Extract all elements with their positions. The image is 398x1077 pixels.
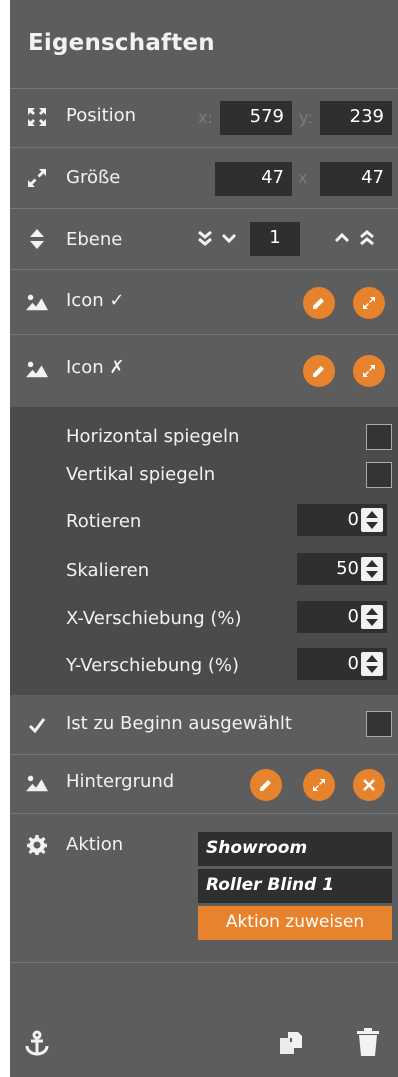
flip-horizontal-checkbox[interactable] <box>366 424 392 450</box>
remove-background-button[interactable] <box>353 769 385 801</box>
position-x-input[interactable]: 579 <box>220 101 292 135</box>
offset-y-value: 0 <box>347 653 359 674</box>
position-y-label: y: <box>299 108 313 127</box>
layer-up-icon[interactable] <box>333 229 351 251</box>
offset-x-label: X-Verschiebung (%) <box>66 608 242 629</box>
properties-panel: Eigenschaften Position x: 579 y: 239 Grö… <box>10 0 398 1077</box>
icon-off-label: Icon ✗ <box>66 357 125 378</box>
scale-spinner[interactable]: 50 <box>297 553 387 585</box>
resize-icon <box>26 167 48 189</box>
position-y-input[interactable]: 239 <box>320 101 392 135</box>
action-device-field[interactable]: Roller Blind 1 <box>198 869 392 903</box>
rotate-spinner[interactable]: 0 <box>297 504 387 536</box>
sort-icon <box>26 228 48 250</box>
icon-transform-panel: Horizontal spiegeln Vertikal spiegeln Ro… <box>10 407 398 695</box>
anchor-icon[interactable] <box>24 1030 50 1060</box>
checkmark-icon <box>26 714 48 736</box>
size-label: Größe <box>66 167 121 188</box>
scale-value: 50 <box>336 558 359 579</box>
offset-y-spinner[interactable]: 0 <box>297 648 387 680</box>
icon-off-row: Icon ✗ <box>10 334 398 407</box>
edit-background-button[interactable] <box>250 769 282 801</box>
layer-down-icon[interactable] <box>220 229 238 251</box>
scale-label: Skalieren <box>66 560 150 581</box>
flip-vertical-label: Vertikal spiegeln <box>66 464 216 485</box>
layer-to-bottom-icon[interactable] <box>196 229 214 251</box>
rotate-value: 0 <box>347 509 359 530</box>
image-icon <box>26 291 48 313</box>
expand-background-button[interactable] <box>303 769 335 801</box>
expand-icon-off-button[interactable] <box>353 355 385 387</box>
panel-title: Eigenschaften <box>28 30 215 56</box>
image-icon <box>26 772 48 794</box>
gear-icon <box>26 834 48 856</box>
size-row: Größe 47 x 47 <box>10 147 398 208</box>
position-icon <box>26 106 48 128</box>
footer-divider <box>10 962 398 963</box>
position-x-label: x: <box>198 108 213 127</box>
edit-icon-on-button[interactable] <box>303 287 335 319</box>
offset-x-value: 0 <box>347 606 359 627</box>
spinner-arrows-icon[interactable] <box>361 652 383 676</box>
spinner-arrows-icon[interactable] <box>361 605 383 629</box>
layer-row: Ebene 1 <box>10 208 398 269</box>
panel-header: Eigenschaften <box>10 0 398 88</box>
position-label: Position <box>66 105 137 126</box>
initially-selected-label: Ist zu Beginn ausgewählt <box>66 713 292 734</box>
background-row: Hintergrund <box>10 754 398 813</box>
spinner-arrows-icon[interactable] <box>361 508 383 532</box>
icon-on-row: Icon ✓ <box>10 269 398 334</box>
layer-input[interactable]: 1 <box>250 222 300 256</box>
layer-to-top-icon[interactable] <box>358 229 376 251</box>
offset-y-label: Y-Verschiebung (%) <box>66 655 239 676</box>
trash-icon[interactable] <box>356 1028 380 1060</box>
edit-icon-off-button[interactable] <box>303 355 335 387</box>
action-row: Aktion Showroom Roller Blind 1 Aktion zu… <box>10 813 398 962</box>
rotate-label: Rotieren <box>66 511 142 532</box>
height-input[interactable]: 47 <box>320 162 392 196</box>
size-separator: x <box>298 168 308 187</box>
flip-vertical-checkbox[interactable] <box>366 462 392 488</box>
action-room-field[interactable]: Showroom <box>198 832 392 866</box>
width-input[interactable]: 47 <box>215 162 292 196</box>
position-row: Position x: 579 y: 239 <box>10 88 398 147</box>
icon-on-label: Icon ✓ <box>66 290 125 311</box>
background-label: Hintergrund <box>66 771 175 792</box>
image-icon <box>26 358 48 380</box>
assign-action-button[interactable]: Aktion zuweisen <box>198 906 392 940</box>
initially-selected-checkbox[interactable] <box>366 711 392 737</box>
initially-selected-row: Ist zu Beginn ausgewählt <box>10 696 398 753</box>
spinner-arrows-icon[interactable] <box>361 557 383 581</box>
expand-icon-on-button[interactable] <box>353 287 385 319</box>
action-label: Aktion <box>66 834 124 855</box>
flip-horizontal-label: Horizontal spiegeln <box>66 426 240 447</box>
copy-icon[interactable] <box>278 1030 304 1060</box>
offset-x-spinner[interactable]: 0 <box>297 601 387 633</box>
layer-label: Ebene <box>66 229 123 250</box>
